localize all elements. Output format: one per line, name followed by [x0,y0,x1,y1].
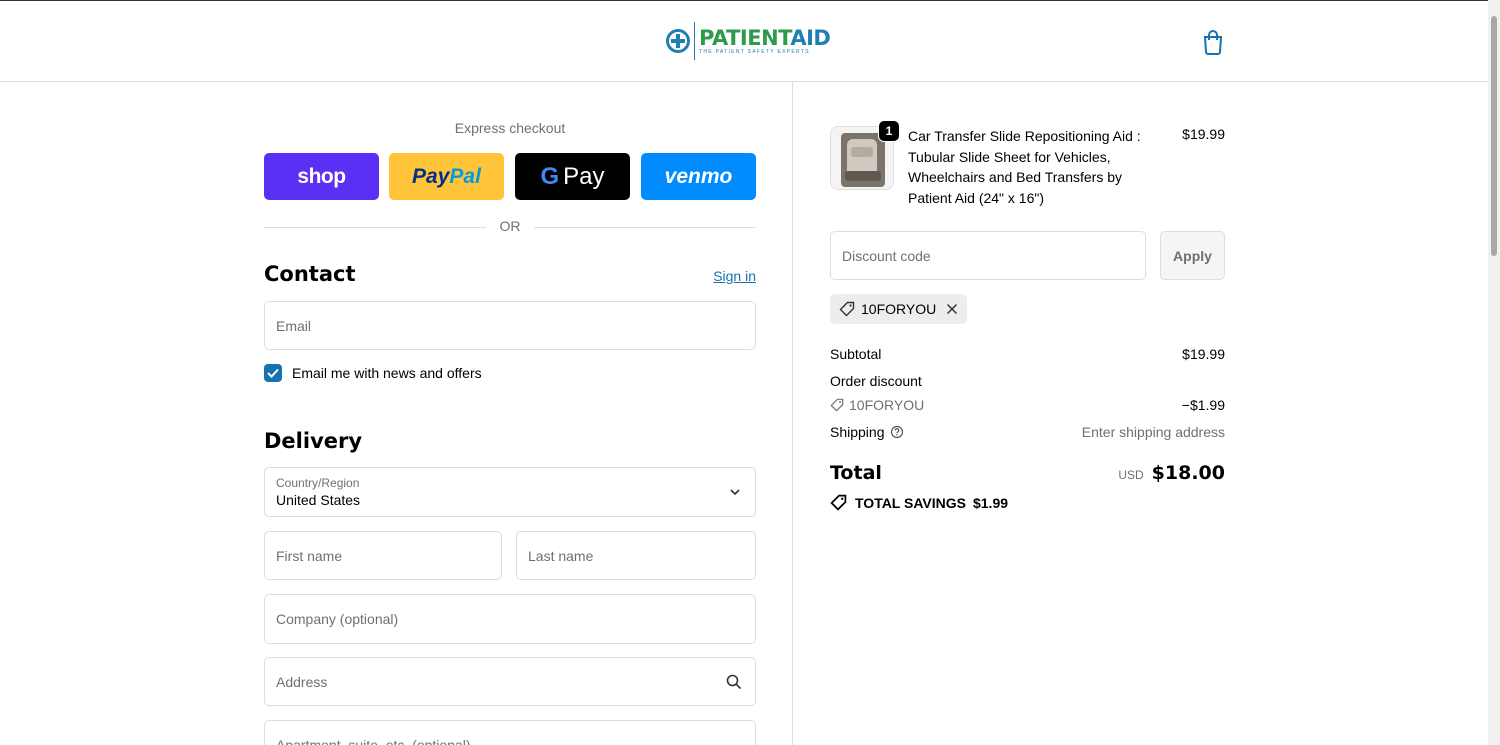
google-pay-button[interactable]: G Pay [515,153,630,200]
cart-bag-icon[interactable] [1201,29,1225,55]
medical-cross-icon [666,29,690,53]
email-input[interactable] [265,302,755,349]
help-circle-icon[interactable] [890,425,904,439]
last-name-field[interactable] [516,531,756,580]
company-input[interactable] [265,595,755,643]
shipping-row: Shipping Enter shipping address [830,424,1225,440]
total-value: $18.00 [1151,462,1225,484]
or-separator: OR [264,218,756,236]
google-g-icon: G [540,162,560,190]
site-header: PATIENTAID THE PATIENT SAFETY EXPERTS [0,0,1488,82]
sign-in-link[interactable]: Sign in [713,268,756,284]
tag-icon [839,301,855,317]
apartment-field[interactable] [264,720,756,745]
express-checkout-title: Express checkout [454,120,566,136]
search-icon[interactable] [725,673,743,691]
page-scrollbar[interactable] [1488,0,1500,745]
order-discount-row: Order discount [830,373,1225,389]
logo-word-primary: PATIENT [699,25,791,50]
country-label: Country/Region [276,476,360,490]
apply-discount-button[interactable]: Apply [1160,231,1225,280]
news-offers-option[interactable]: Email me with news and offers [264,364,482,382]
subtotal-row: Subtotal $19.99 [830,346,1225,362]
discount-value: −$1.99 [1181,397,1225,413]
product-price: $19.99 [1182,126,1225,142]
first-name-field[interactable] [264,531,502,580]
discount-detail-row: 10FORYOU −$1.99 [830,397,1225,415]
chevron-down-icon [730,489,740,496]
order-discount-label: Order discount [830,373,922,389]
venmo-label: venmo [664,164,733,188]
shop-pay-button[interactable]: shop [264,153,379,200]
total-currency: USD [1118,468,1144,482]
total-label: Total [830,462,882,484]
remove-discount-close-icon[interactable] [946,303,958,315]
column-divider [792,82,793,745]
address-input[interactable] [265,658,755,705]
shipping-value: Enter shipping address [1081,424,1225,440]
shop-pay-label: shop [297,164,346,188]
product-quantity-badge: 1 [878,120,900,142]
contact-heading: Contact [264,262,356,286]
applied-discount-chip: 10FORYOU [830,294,968,324]
paypal-label-pal: Pal [449,164,481,188]
venmo-button[interactable]: venmo [641,153,756,200]
country-value: United States [276,492,361,508]
logo-word-secondary: AID [790,25,831,50]
subtotal-value: $19.99 [1182,346,1225,362]
tag-icon [830,398,844,412]
shipping-label: Shipping [830,424,885,440]
total-amount: USD $18.00 [1118,462,1225,484]
company-field[interactable] [264,594,756,644]
checkmark-icon [267,368,279,378]
discount-code-field[interactable] [830,231,1146,280]
news-offers-checkbox[interactable] [264,364,282,382]
applied-discount-code: 10FORYOU [861,301,937,317]
logo-wordmark: PATIENTAID [699,25,831,50]
shipping-label-group: Shipping [830,424,904,440]
logo-divider [694,22,695,60]
or-text: OR [499,218,521,234]
logo-text: PATIENTAID THE PATIENT SAFETY EXPERTS [699,25,831,55]
news-offers-label: Email me with news and offers [292,365,482,381]
total-savings: TOTAL SAVINGS $1.99 [830,494,1008,511]
apartment-input[interactable] [265,721,755,745]
product-name: Car Transfer Slide Repositioning Aid : T… [908,128,1141,206]
address-field[interactable] [264,657,756,706]
total-savings-value: $1.99 [972,494,1009,511]
paypal-button[interactable]: Pay Pal [389,153,504,200]
discount-code-input[interactable] [831,232,1145,279]
email-field[interactable] [264,301,756,350]
discount-code-line: 10FORYOU [830,397,924,413]
discount-code-text: 10FORYOU [849,397,925,413]
logo-tagline: THE PATIENT SAFETY EXPERTS [699,48,810,55]
paypal-label-pay: Pay [412,164,450,188]
delivery-heading: Delivery [264,429,363,453]
subtotal-label: Subtotal [830,346,882,362]
savings-tag-icon [830,494,847,511]
last-name-input[interactable] [517,532,755,579]
total-savings-label: TOTAL SAVINGS [855,494,966,511]
patientaid-logo[interactable]: PATIENTAID THE PATIENT SAFETY EXPERTS [666,21,831,61]
scrollbar-thumb[interactable] [1491,16,1497,256]
google-pay-label: Pay [563,162,605,190]
first-name-input[interactable] [265,532,501,579]
country-select[interactable]: Country/Region United States [264,467,756,517]
